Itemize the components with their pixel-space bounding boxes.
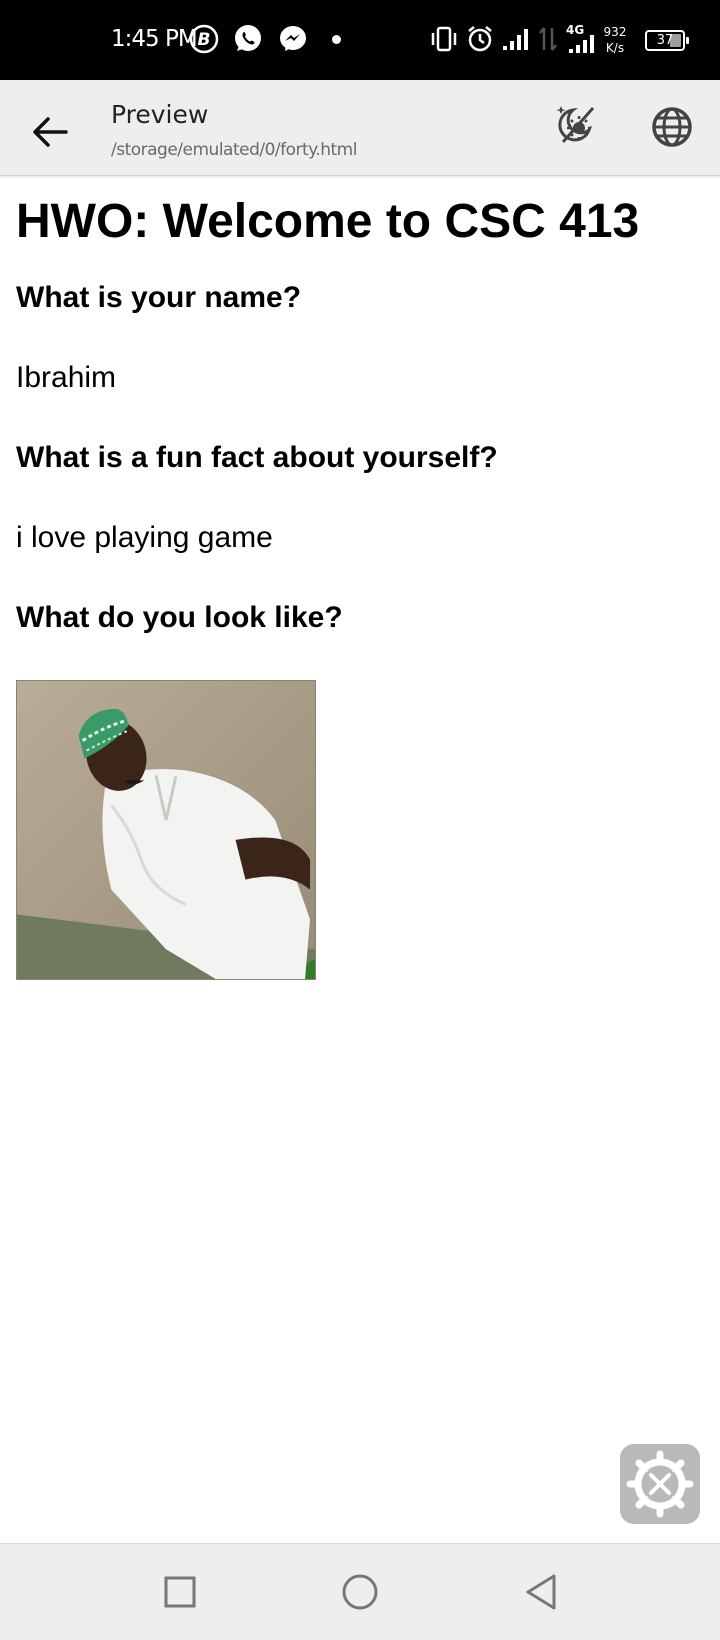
app-title: Preview (111, 100, 209, 129)
svg-text:B: B (198, 30, 211, 50)
globe-icon[interactable] (647, 102, 697, 152)
question-appearance: What do you look like? (16, 601, 343, 634)
home-circle-icon[interactable] (336, 1568, 384, 1616)
answer-fun-fact: i love playing game (16, 521, 273, 554)
app-bar: Preview /storage/emulated/0/forty.html (0, 80, 720, 176)
theme-toggle-icon[interactable] (551, 100, 601, 150)
back-triangle-icon[interactable] (516, 1568, 564, 1616)
signal-4g-icon (569, 35, 594, 53)
data-arrows-icon (539, 27, 557, 51)
b-app-icon: B (189, 24, 219, 54)
question-fun-fact: What is a fun fact about yourself? (16, 441, 498, 474)
notification-dot (332, 35, 341, 44)
page-heading: HWO: Welcome to CSC 413 (16, 195, 640, 248)
signal-icon (503, 29, 528, 50)
navigation-bar (0, 1543, 720, 1640)
battery-level: 37 (656, 33, 674, 48)
question-name: What is your name? (16, 281, 302, 314)
profile-photo (16, 680, 316, 980)
battery-icon: 37 (645, 30, 689, 51)
page-content: HWO: Welcome to CSC 413 What is your nam… (16, 176, 706, 985)
network-speed: 932 K/s (601, 24, 629, 56)
file-path: /storage/emulated/0/forty.html (111, 140, 357, 160)
network-speed-unit: K/s (605, 41, 625, 55)
back-arrow-icon[interactable] (24, 104, 80, 160)
settings-tools-icon[interactable] (620, 1444, 700, 1524)
whatsapp-icon (235, 25, 261, 51)
answer-name: Ibrahim (16, 361, 117, 394)
vibrate-icon (431, 26, 457, 52)
network-speed-value: 932 (603, 25, 627, 39)
recents-square-icon[interactable] (156, 1568, 204, 1616)
status-bar: 1:45 PM B 4G 932 K/s 37 (0, 0, 720, 80)
messenger-icon (280, 26, 306, 51)
alarm-icon (468, 26, 492, 52)
status-time: 1:45 PM (111, 26, 198, 52)
